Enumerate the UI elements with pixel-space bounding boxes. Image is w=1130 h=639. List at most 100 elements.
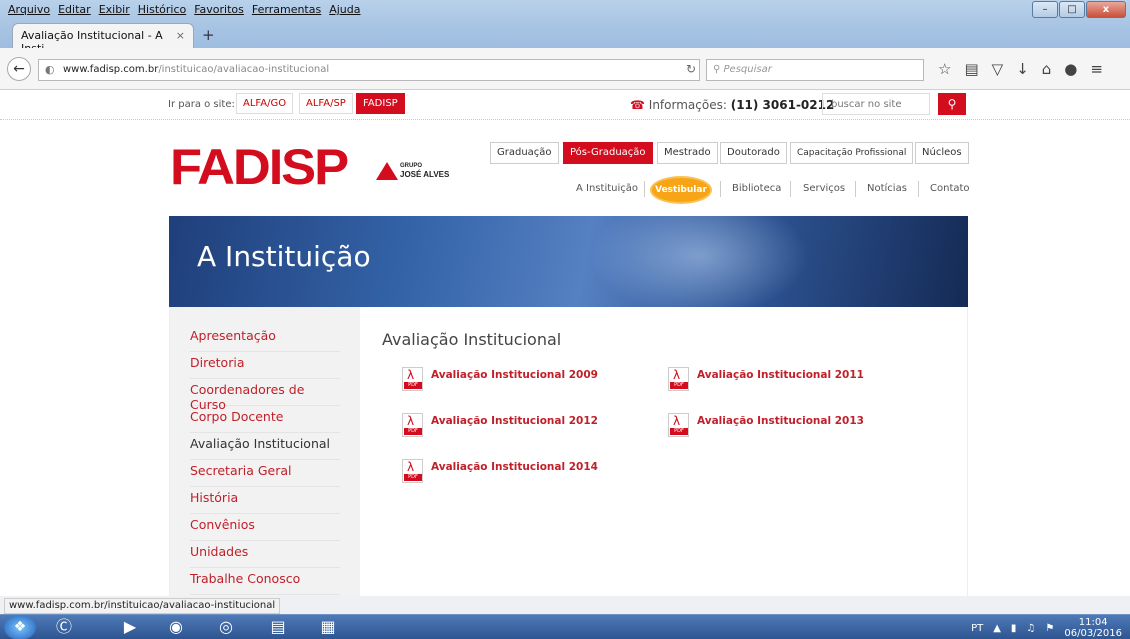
firefox-icon[interactable]: ◉ (160, 616, 192, 639)
page-banner: A Instituição (169, 216, 968, 307)
url-domain: www.fadisp.com.br (63, 64, 159, 75)
pdf-icon: λ PDF (402, 413, 423, 437)
menu-exibir[interactable]: Exibir (95, 2, 134, 17)
language-indicator[interactable]: PT (971, 623, 983, 634)
sidebar-item-secretaria[interactable]: Secretaria Geral (190, 460, 340, 487)
site-link-alfa-sp[interactable]: ALFA/SP (299, 93, 353, 114)
file-explorer-icon[interactable]: ▤ (262, 616, 294, 639)
home-icon[interactable]: ⌂ (1042, 60, 1052, 78)
goto-site-label: Ir para o site: (168, 99, 235, 110)
site-search-input[interactable]: buscar no site (822, 93, 930, 115)
close-window-button[interactable]: x (1086, 1, 1126, 18)
site-top-strip: Ir para o site: ALFA/GO ALFA/SP FADISP ☎… (0, 90, 1130, 120)
sidebar-item-convenios[interactable]: Convênios (190, 514, 340, 541)
fadisp-logo[interactable]: FADISP (170, 142, 349, 192)
tab-close-icon[interactable]: × (176, 29, 185, 42)
bookmarks-list-icon[interactable]: ▤ (964, 60, 978, 78)
download-icon[interactable]: ↓ (1016, 60, 1029, 78)
nav-mestrado[interactable]: Mestrado (657, 142, 718, 164)
document-link-label[interactable]: Avaliação Institucional 2009 (431, 369, 598, 381)
nav-nucleos[interactable]: Núcleos (915, 142, 969, 164)
address-bar[interactable]: ◐ www.fadisp.com.br/instituicao/avaliaca… (38, 59, 700, 81)
menu-hamburger-icon[interactable]: ≡ (1090, 60, 1103, 78)
menu-favoritos[interactable]: Favoritos (190, 2, 248, 17)
document-link[interactable]: λ PDF Avaliação Institucional 2012 (402, 413, 598, 437)
nav-capacitacao[interactable]: Capacitação Profissional (790, 142, 914, 164)
browser-title-bar: Arquivo Editar Exibir Histórico Favorito… (0, 0, 1130, 55)
chat-icon[interactable]: ● (1064, 60, 1077, 78)
clock-time: 11:04 (1078, 617, 1108, 628)
maximize-button[interactable]: □ (1059, 1, 1085, 18)
document-link-label[interactable]: Avaliação Institucional 2012 (431, 415, 598, 427)
document-link-label[interactable]: Avaliação Institucional 2013 (697, 415, 864, 427)
nav-pos-graduacao[interactable]: Pós-Graduação (563, 142, 653, 164)
word-icon[interactable]: ▦ (312, 616, 344, 639)
new-tab-button[interactable]: + (202, 26, 215, 44)
start-button[interactable]: ❖ (4, 615, 36, 639)
system-tray: PT ▲ ▮ ♫ ⚑ 11:04 06/03/2016 (971, 617, 1122, 639)
menu-ferramentas[interactable]: Ferramentas (248, 2, 325, 17)
content-area: Apresentação Diretoria Coordenadores de … (169, 307, 968, 596)
search-icon: ⚲ (947, 97, 957, 111)
sidebar-item-trabalhe[interactable]: Trabalhe Conosco (190, 568, 340, 595)
grupo-logo-triangle-icon (376, 162, 398, 180)
phone-icon: ☎ (630, 98, 645, 112)
signal-icon[interactable]: ▮ (1011, 623, 1017, 634)
document-link[interactable]: λ PDF Avaliação Institucional 2014 (402, 459, 598, 483)
site-link-fadisp[interactable]: FADISP (356, 93, 405, 114)
flag-icon[interactable]: ⚑ (1045, 623, 1054, 634)
media-player-icon[interactable]: ▶ (114, 616, 146, 639)
reload-icon[interactable]: ↻ (686, 62, 696, 76)
subnav-vestibular-badge[interactable]: Vestibular (652, 178, 710, 202)
document-link[interactable]: λ PDF Avaliação Institucional 2009 (402, 367, 598, 391)
document-link-label[interactable]: Avaliação Institucional 2014 (431, 461, 598, 473)
sidebar: Apresentação Diretoria Coordenadores de … (170, 307, 360, 596)
info-label: Informações: (648, 98, 727, 112)
pdf-icon: λ PDF (668, 413, 689, 437)
sidebar-item-diretoria[interactable]: Diretoria (190, 352, 340, 379)
status-bar-url: www.fadisp.com.br/instituicao/avaliacao-… (4, 598, 281, 614)
grupo-jose-alves-logo[interactable]: GRUPO JOSÉ ALVES (376, 162, 466, 182)
browser-search-placeholder: Pesquisar (723, 64, 772, 75)
subnav-noticias[interactable]: Notícias (867, 183, 907, 194)
internet-explorer-icon[interactable]: Ⓒ (48, 616, 80, 639)
nav-graduacao[interactable]: Graduação (490, 142, 559, 164)
grupo-label: GRUPO (400, 163, 423, 169)
browser-tools: ☆ ▤ ▽ ↓ ⌂ ● ≡ (938, 60, 1103, 78)
subnav-biblioteca[interactable]: Biblioteca (732, 183, 781, 194)
navigation-toolbar: ← ◐ www.fadisp.com.br/instituicao/avalia… (0, 48, 1130, 90)
menu-historico[interactable]: Histórico (134, 2, 190, 17)
browser-tab[interactable]: Avaliação Institucional - A Insti... × (12, 23, 194, 55)
subnav-instituicao[interactable]: A Instituição (576, 183, 638, 194)
bookmark-star-icon[interactable]: ☆ (938, 60, 951, 78)
subnav-servicos[interactable]: Serviços (803, 183, 845, 194)
sidebar-item-avaliacao[interactable]: Avaliação Institucional (190, 433, 340, 460)
pocket-icon[interactable]: ▽ (992, 60, 1004, 78)
chrome-icon[interactable]: ◎ (210, 616, 242, 639)
site-info-icon[interactable]: ◐ (45, 63, 55, 76)
sidebar-item-historia[interactable]: História (190, 487, 340, 514)
sidebar-item-coordenadores[interactable]: Coordenadores de Curso (190, 379, 340, 412)
sidebar-item-unidades[interactable]: Unidades (190, 541, 340, 568)
document-link[interactable]: λ PDF Avaliação Institucional 2011 (668, 367, 864, 391)
subnav-contato[interactable]: Contato (930, 183, 970, 194)
site-link-alfa-go[interactable]: ALFA/GO (236, 93, 294, 114)
menu-ajuda[interactable]: Ajuda (325, 2, 364, 17)
nav-doutorado[interactable]: Doutorado (720, 142, 787, 164)
site-search-button[interactable]: ⚲ (938, 93, 966, 115)
menu-editar[interactable]: Editar (54, 2, 95, 17)
document-link-label[interactable]: Avaliação Institucional 2011 (697, 369, 864, 381)
volume-icon[interactable]: ♫ (1026, 623, 1035, 634)
clock[interactable]: 11:04 06/03/2016 (1064, 617, 1122, 639)
show-hidden-icons-icon[interactable]: ▲ (993, 623, 1001, 634)
subnav-divider (918, 181, 919, 197)
document-link[interactable]: λ PDF Avaliação Institucional 2013 (668, 413, 864, 437)
subnav-divider (644, 181, 645, 197)
minimize-button[interactable]: – (1032, 1, 1058, 18)
subnav-divider (790, 181, 791, 197)
sidebar-item-corpo-docente[interactable]: Corpo Docente (190, 406, 340, 433)
sidebar-item-apresentacao[interactable]: Apresentação (190, 325, 340, 352)
back-button[interactable]: ← (7, 57, 31, 81)
menu-arquivo[interactable]: Arquivo (4, 2, 54, 17)
browser-search-input[interactable]: ⚲ Pesquisar (706, 59, 924, 81)
